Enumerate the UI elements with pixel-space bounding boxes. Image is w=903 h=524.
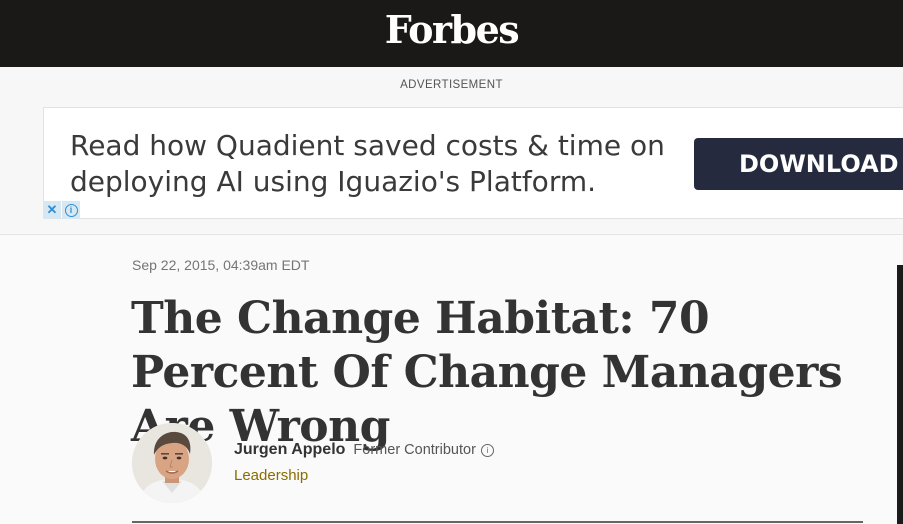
forbes-logo[interactable]: Forbes bbox=[0, 8, 903, 52]
author-name[interactable]: Jurgen Appelo bbox=[234, 441, 345, 459]
info-icon[interactable]: i bbox=[62, 201, 80, 219]
section-link-leadership[interactable]: Leadership bbox=[234, 467, 308, 484]
ad-banner[interactable]: Read how Quadient saved costs & time on … bbox=[43, 107, 903, 219]
publish-date: Sep 22, 2015, 04:39am EDT bbox=[132, 257, 310, 273]
site-header: Forbes bbox=[0, 0, 903, 67]
info-icon[interactable]: i bbox=[480, 444, 494, 457]
sidebar-edge bbox=[897, 265, 903, 524]
author-avatar[interactable] bbox=[132, 423, 212, 503]
close-icon[interactable]: ✕ bbox=[43, 201, 61, 219]
author-byline: Jurgen Appelo Former Contributor i bbox=[234, 441, 494, 459]
advertisement-label: ADVERTISEMENT bbox=[400, 79, 503, 91]
article-headline: The Change Habitat: 70 Percent Of Change… bbox=[131, 293, 843, 452]
author-photo bbox=[132, 423, 212, 503]
divider bbox=[132, 521, 863, 523]
ad-download-button[interactable]: DOWNLOAD bbox=[694, 138, 903, 190]
ad-text[interactable]: Read how Quadient saved costs & time on … bbox=[70, 128, 670, 200]
ad-choices[interactable]: ✕ i bbox=[43, 201, 81, 219]
author-role: Former Contributor bbox=[353, 442, 476, 458]
